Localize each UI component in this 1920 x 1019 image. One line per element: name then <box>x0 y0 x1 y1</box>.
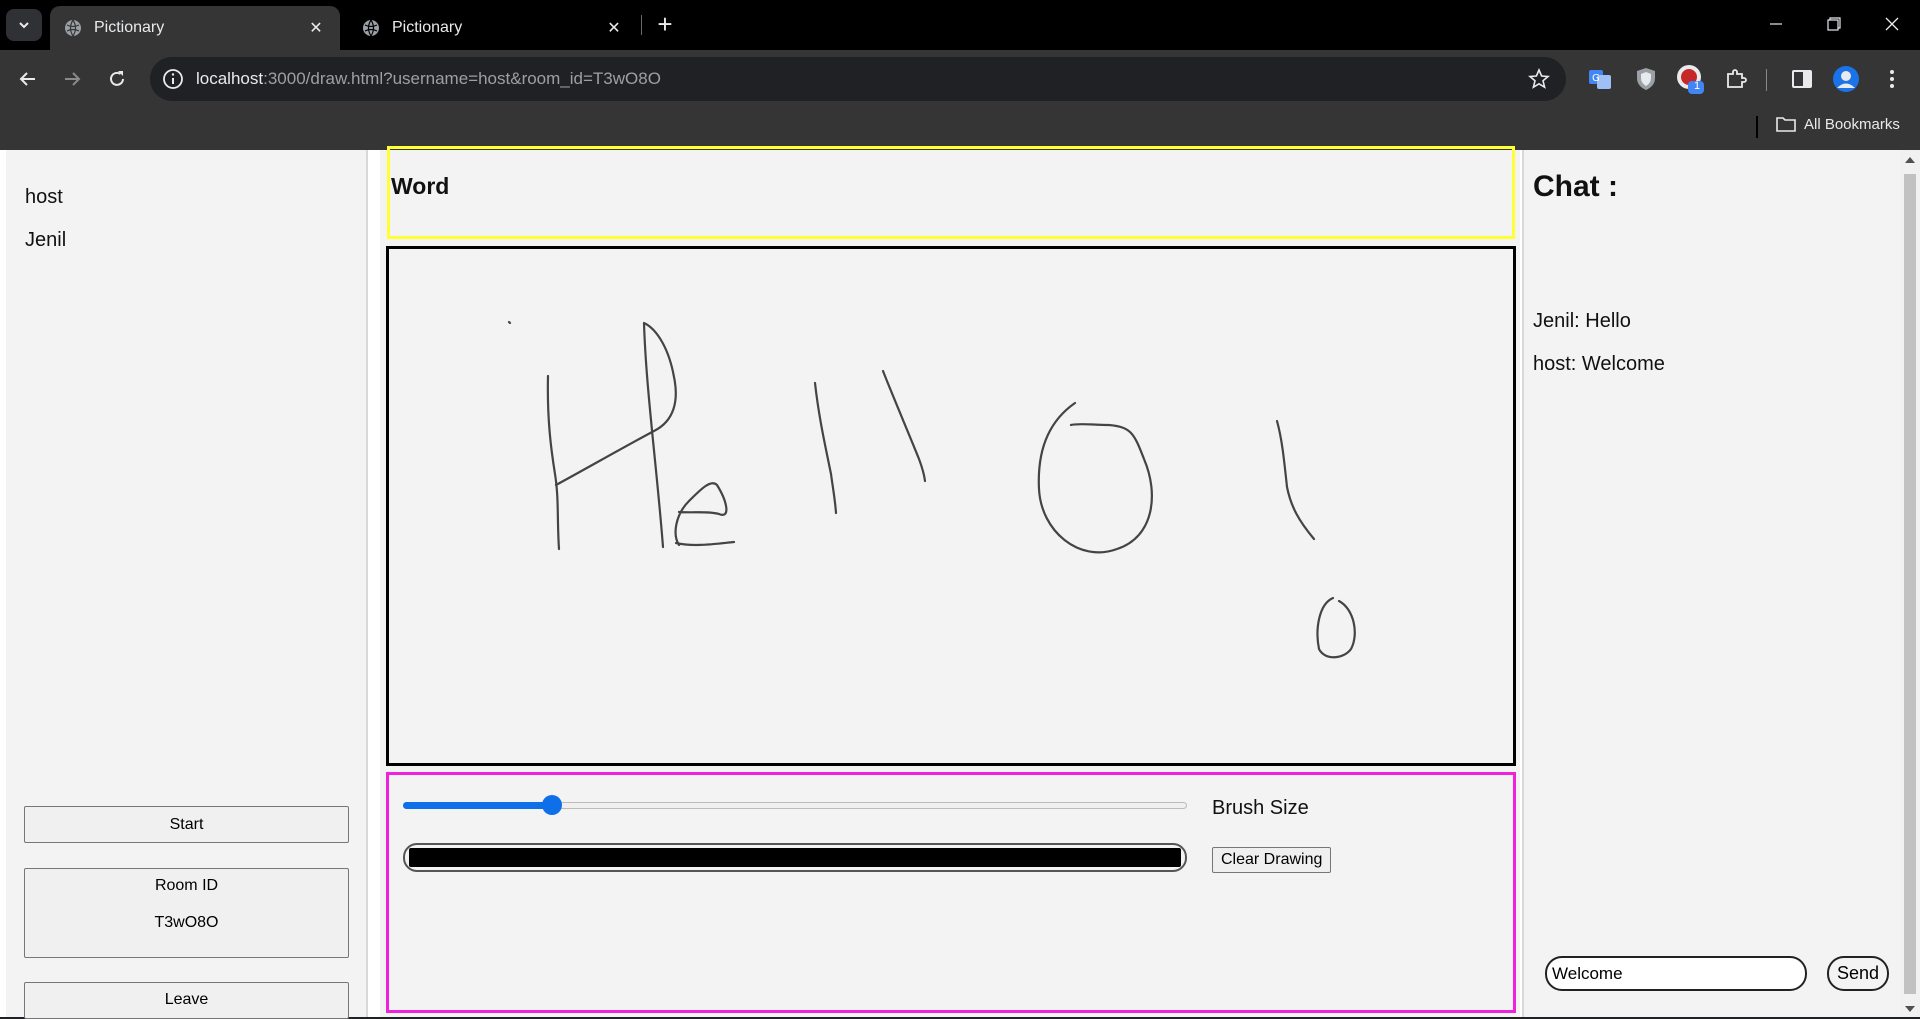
minimize-button[interactable] <box>1748 6 1804 42</box>
extension-badge-count: 1 <box>1694 80 1701 92</box>
back-button[interactable] <box>10 61 46 97</box>
shield-icon <box>1637 68 1655 90</box>
scroll-down-arrow-icon[interactable] <box>1905 1006 1915 1012</box>
chevron-down-icon <box>19 22 29 29</box>
restore-icon <box>1827 17 1841 31</box>
red-extension-button[interactable]: 1 <box>1674 63 1706 95</box>
leave-button[interactable]: Leave <box>24 982 349 1019</box>
new-tab-button[interactable]: + <box>650 10 680 40</box>
arrow-left-icon <box>19 72 35 86</box>
page: host Jenil Start Room ID T3wO8O Leave Wo… <box>0 146 1920 1019</box>
chat-message: Jenil: Hello <box>1533 310 1631 332</box>
side-panel-button[interactable] <box>1786 63 1818 95</box>
scroll-up-arrow-icon[interactable] <box>1905 157 1915 163</box>
page-scrollbar[interactable] <box>1900 150 1920 1017</box>
send-button[interactable]: Send <box>1827 956 1889 991</box>
folder-icon <box>1776 117 1796 132</box>
close-icon[interactable]: ✕ <box>604 18 624 38</box>
player-name: host <box>25 186 63 208</box>
avatar-icon <box>1833 66 1859 92</box>
room-id-box: Room ID T3wO8O <box>24 868 349 958</box>
tab-search-button[interactable] <box>6 9 42 41</box>
url-text: localhost:3000/draw.html?username=host&r… <box>196 69 661 89</box>
player-name: Jenil <box>25 229 67 251</box>
browser-toolbar: localhost:3000/draw.html?username=host&r… <box>0 50 1920 108</box>
globe-icon <box>65 19 81 37</box>
forward-button[interactable] <box>54 61 90 97</box>
brush-size-slider[interactable] <box>403 795 1187 815</box>
reload-icon <box>110 71 124 86</box>
slider-fill <box>403 802 552 809</box>
url-path: :3000/draw.html?username=host&room_id=T3… <box>263 69 661 88</box>
chat-input[interactable]: Welcome <box>1545 956 1807 991</box>
room-id-label: Room ID <box>154 877 219 894</box>
translate-icon: G <box>1589 70 1611 89</box>
start-button[interactable]: Start <box>24 806 349 843</box>
tab-strip: Pictionary ✕ Pictionary ✕ + <box>0 0 1920 50</box>
globe-icon <box>363 19 379 37</box>
drawing-canvas[interactable] <box>386 246 1516 766</box>
word-box: Word <box>387 146 1515 239</box>
extensions-button[interactable] <box>1720 63 1752 95</box>
minimize-icon <box>1770 23 1782 25</box>
restore-button[interactable] <box>1806 6 1862 42</box>
star-icon[interactable] <box>1528 68 1550 90</box>
chat-message: host: Welcome <box>1533 353 1665 375</box>
tab-title: Pictionary <box>94 19 165 36</box>
chat-panel: Chat : Jenil: Hello host: Welcome Welcom… <box>1522 150 1900 1017</box>
url-host: localhost <box>196 69 264 88</box>
game-area: Word Brush Size Clear Drawing <box>380 146 1520 1017</box>
tab-separator <box>641 15 642 35</box>
brush-size-label: Brush Size <box>1212 797 1309 819</box>
toolbar-separator <box>1766 69 1767 91</box>
arrow-right-icon <box>65 72 81 86</box>
tab-title: Pictionary <box>392 19 463 36</box>
translate-extension-button[interactable]: G <box>1584 63 1616 95</box>
window-close-button[interactable] <box>1864 6 1920 42</box>
close-icon[interactable]: ✕ <box>306 18 326 38</box>
room-id-value: T3wO8O <box>154 914 219 931</box>
clear-drawing-button[interactable]: Clear Drawing <box>1212 847 1332 873</box>
profile-button[interactable] <box>1830 63 1862 95</box>
slider-thumb[interactable] <box>541 795 562 815</box>
color-swatch <box>409 848 1181 867</box>
scrollbar-thumb[interactable] <box>1904 174 1916 994</box>
puzzle-icon <box>1727 69 1747 88</box>
bookmarks-bar: All Bookmarks <box>0 108 1920 150</box>
info-icon[interactable] <box>162 68 184 90</box>
players-panel: host Jenil Start Room ID T3wO8O Leave <box>6 150 368 1019</box>
side-panel-icon <box>1792 70 1812 88</box>
extension-badge-icon <box>1677 65 1704 94</box>
tab-pictionary-active[interactable]: Pictionary ✕ <box>50 6 340 50</box>
bookmarks-separator <box>1756 116 1758 138</box>
svg-text:G: G <box>1592 73 1600 84</box>
menu-button[interactable] <box>1876 63 1908 95</box>
brush-color-picker[interactable] <box>403 843 1187 872</box>
reload-button[interactable] <box>99 61 135 97</box>
all-bookmarks-label: All Bookmarks <box>1804 115 1900 133</box>
address-bar[interactable]: localhost:3000/draw.html?username=host&r… <box>150 57 1566 101</box>
shield-extension-button[interactable] <box>1630 63 1662 95</box>
close-icon <box>1885 17 1899 31</box>
more-vertical-icon <box>1890 70 1894 88</box>
tab-pictionary[interactable]: Pictionary ✕ <box>348 6 638 50</box>
tools-panel: Brush Size Clear Drawing <box>386 772 1516 1013</box>
word-label: Word <box>391 173 450 199</box>
all-bookmarks-button[interactable]: All Bookmarks <box>1776 115 1900 133</box>
drawing-strokes <box>507 320 1356 659</box>
chat-title: Chat : <box>1533 170 1618 203</box>
